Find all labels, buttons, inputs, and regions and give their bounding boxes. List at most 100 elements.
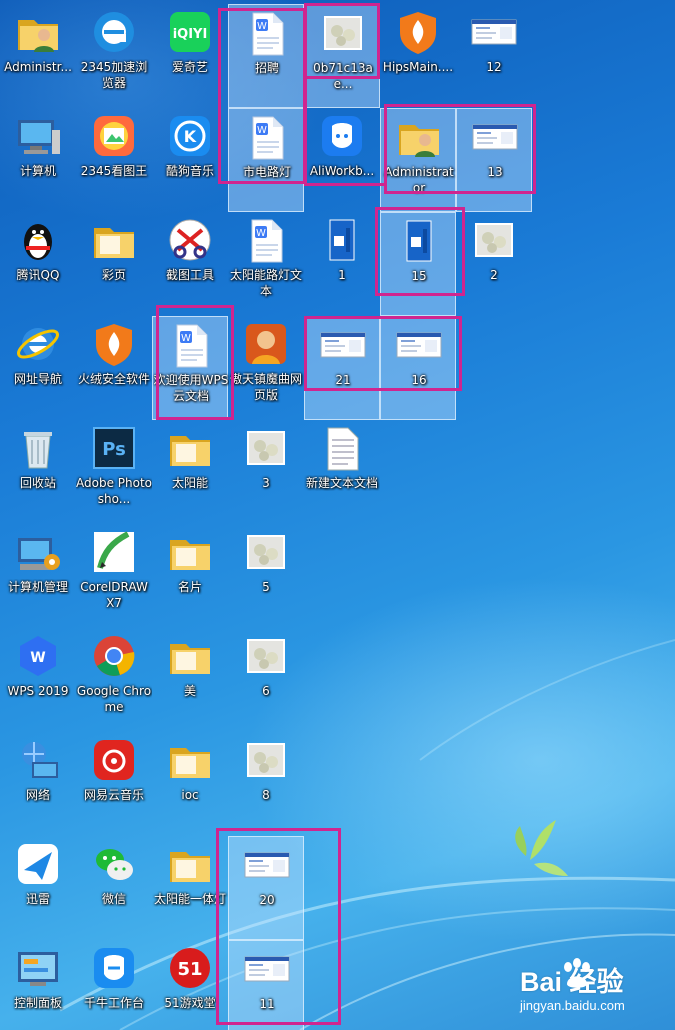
wps-document-icon: W	[242, 216, 290, 264]
desktop-icon[interactable]: 12	[456, 4, 532, 108]
control-panel-icon	[14, 944, 62, 992]
image-thumbnail-icon	[242, 736, 290, 784]
desktop-icon[interactable]: HipsMain....	[380, 4, 456, 108]
desktop-icon[interactable]: 5	[228, 524, 304, 628]
svg-text:W: W	[30, 650, 45, 666]
desktop-icon-label: 2	[490, 268, 498, 282]
netease-music-icon	[90, 736, 138, 784]
desktop-icon[interactable]: W WPS 2019	[0, 628, 76, 732]
desktop-icon[interactable]: 迅雷	[0, 836, 76, 940]
photoshop-icon: Ps	[90, 424, 138, 472]
desktop-icon[interactable]: 傲天镇魔曲网页版	[228, 316, 304, 420]
desktop-icon-label: 网址导航	[13, 372, 62, 386]
browser-2345-icon	[90, 8, 138, 56]
user-folder-icon	[14, 8, 62, 56]
folder-icon	[166, 840, 214, 888]
image-thumbnail-icon	[242, 632, 290, 680]
desktop-icon-label: 网络	[25, 788, 50, 802]
desktop-icon[interactable]: 2345加速浏览器	[76, 4, 152, 108]
desktop-icon-label: 名片	[177, 580, 202, 594]
desktop-icon[interactable]: 计算机	[0, 108, 76, 212]
desktop-icon-label: 爱奇艺	[171, 60, 208, 74]
desktop-icon[interactable]: Ps Adobe Photosho...	[76, 420, 152, 524]
desktop-icon-label: WPS 2019	[7, 684, 69, 698]
screenshot-thumbnail-icon	[470, 8, 518, 56]
desktop-icon-label: 太阳能	[171, 476, 208, 490]
desktop-icon[interactable]: CorelDRAW X7	[76, 524, 152, 628]
desktop-icon[interactable]: 彩页	[76, 212, 152, 316]
image-viewer-2345-icon	[90, 112, 138, 160]
game-51-icon: 51	[166, 944, 214, 992]
desktop-icon-label: 计算机	[19, 164, 56, 178]
xunlei-bird-icon	[14, 840, 62, 888]
computer-icon	[14, 112, 62, 160]
desktop-icon-label: CorelDRAW X7	[80, 580, 148, 610]
desktop-icon[interactable]: 美	[152, 628, 228, 732]
desktop-icon[interactable]: 2	[456, 212, 532, 316]
desktop-icon-label: 迅雷	[25, 892, 50, 906]
desktop-icon[interactable]: Google Chrome	[76, 628, 152, 732]
blue-image-thumbnail-icon	[318, 216, 366, 264]
desktop-icon[interactable]: 2345看图王	[76, 108, 152, 212]
desktop-icon[interactable]: 腾讯QQ	[0, 212, 76, 316]
chrome-icon	[90, 632, 138, 680]
desktop-icon-label: 新建文本文档	[305, 476, 378, 490]
qianniu-icon	[90, 944, 138, 992]
svg-text:iQIYI: iQIYI	[173, 27, 208, 42]
desktop-icon[interactable]: 8	[228, 732, 304, 836]
desktop-icon-label: 12	[486, 60, 502, 74]
watermark-url: jingyan.baidu.com	[520, 998, 625, 1013]
desktop-icon-label: 美	[183, 684, 196, 698]
desktop-icon[interactable]: 1	[304, 212, 380, 316]
svg-text:K: K	[184, 127, 197, 146]
desktop-icon[interactable]: 微信	[76, 836, 152, 940]
desktop-icon[interactable]: 网易云音乐	[76, 732, 152, 836]
desktop-icon-label: 1	[338, 268, 346, 282]
snipping-tool-icon	[166, 216, 214, 264]
desktop-icon-label: 彩页	[101, 268, 126, 282]
folder-icon	[166, 528, 214, 576]
desktop-icon[interactable]: 新建文本文档	[304, 420, 380, 524]
desktop-icon-label: 火绒安全软件	[77, 372, 150, 386]
selection-highlight-box	[384, 104, 536, 194]
desktop-icon-label: 回收站	[19, 476, 56, 490]
desktop[interactable]: Administr... 2345加速浏览器 iQIYI 爱奇艺 W 招聘 0b71c13a…	[0, 0, 675, 1030]
desktop-icon[interactable]: Administr...	[0, 4, 76, 108]
wps-2019-icon: W	[14, 632, 62, 680]
desktop-icon-label: ioc	[181, 788, 199, 802]
kugou-icon: K	[166, 112, 214, 160]
desktop-icon[interactable]: 千牛工作台	[76, 940, 152, 1030]
desktop-icon[interactable]: K 酷狗音乐	[152, 108, 228, 212]
desktop-icon-label: 5	[262, 580, 270, 594]
desktop-icon-label: 计算机管理	[7, 580, 68, 594]
desktop-icon-label: 控制面板	[13, 996, 62, 1010]
desktop-icon-label: 微信	[101, 892, 126, 906]
desktop-icon[interactable]: 截图工具	[152, 212, 228, 316]
folder-icon	[166, 736, 214, 784]
desktop-icon-label: HipsMain....	[382, 60, 454, 74]
desktop-icon[interactable]: 回收站	[0, 420, 76, 524]
desktop-icon-label: 傲天镇魔曲网页版	[229, 372, 302, 402]
desktop-icon[interactable]: 6	[228, 628, 304, 732]
selection-highlight-box	[156, 305, 234, 420]
network-icon	[14, 736, 62, 784]
desktop-icon[interactable]: ioc	[152, 732, 228, 836]
desktop-icon[interactable]: 网址导航	[0, 316, 76, 420]
desktop-icon[interactable]: W 太阳能路灯文本	[228, 212, 304, 316]
desktop-icon-label: 3	[262, 476, 270, 490]
desktop-icon[interactable]: 3	[228, 420, 304, 524]
huorong-shield-icon	[90, 320, 138, 368]
desktop-icon-label: 网易云音乐	[83, 788, 144, 802]
desktop-icon[interactable]: 计算机管理	[0, 524, 76, 628]
desktop-icon[interactable]: 网络	[0, 732, 76, 836]
desktop-icon[interactable]: 控制面板	[0, 940, 76, 1030]
desktop-icon[interactable]: 名片	[152, 524, 228, 628]
desktop-icon[interactable]: iQIYI 爱奇艺	[152, 4, 228, 108]
image-thumbnail-icon	[242, 424, 290, 472]
desktop-icon-label: Adobe Photosho...	[76, 476, 152, 506]
desktop-icon[interactable]: 火绒安全软件	[76, 316, 152, 420]
desktop-icon[interactable]: 太阳能	[152, 420, 228, 524]
baidu-paw-icon	[564, 958, 590, 988]
desktop-icon-label: Google Chrome	[76, 684, 152, 714]
selection-highlight-box	[304, 3, 380, 79]
